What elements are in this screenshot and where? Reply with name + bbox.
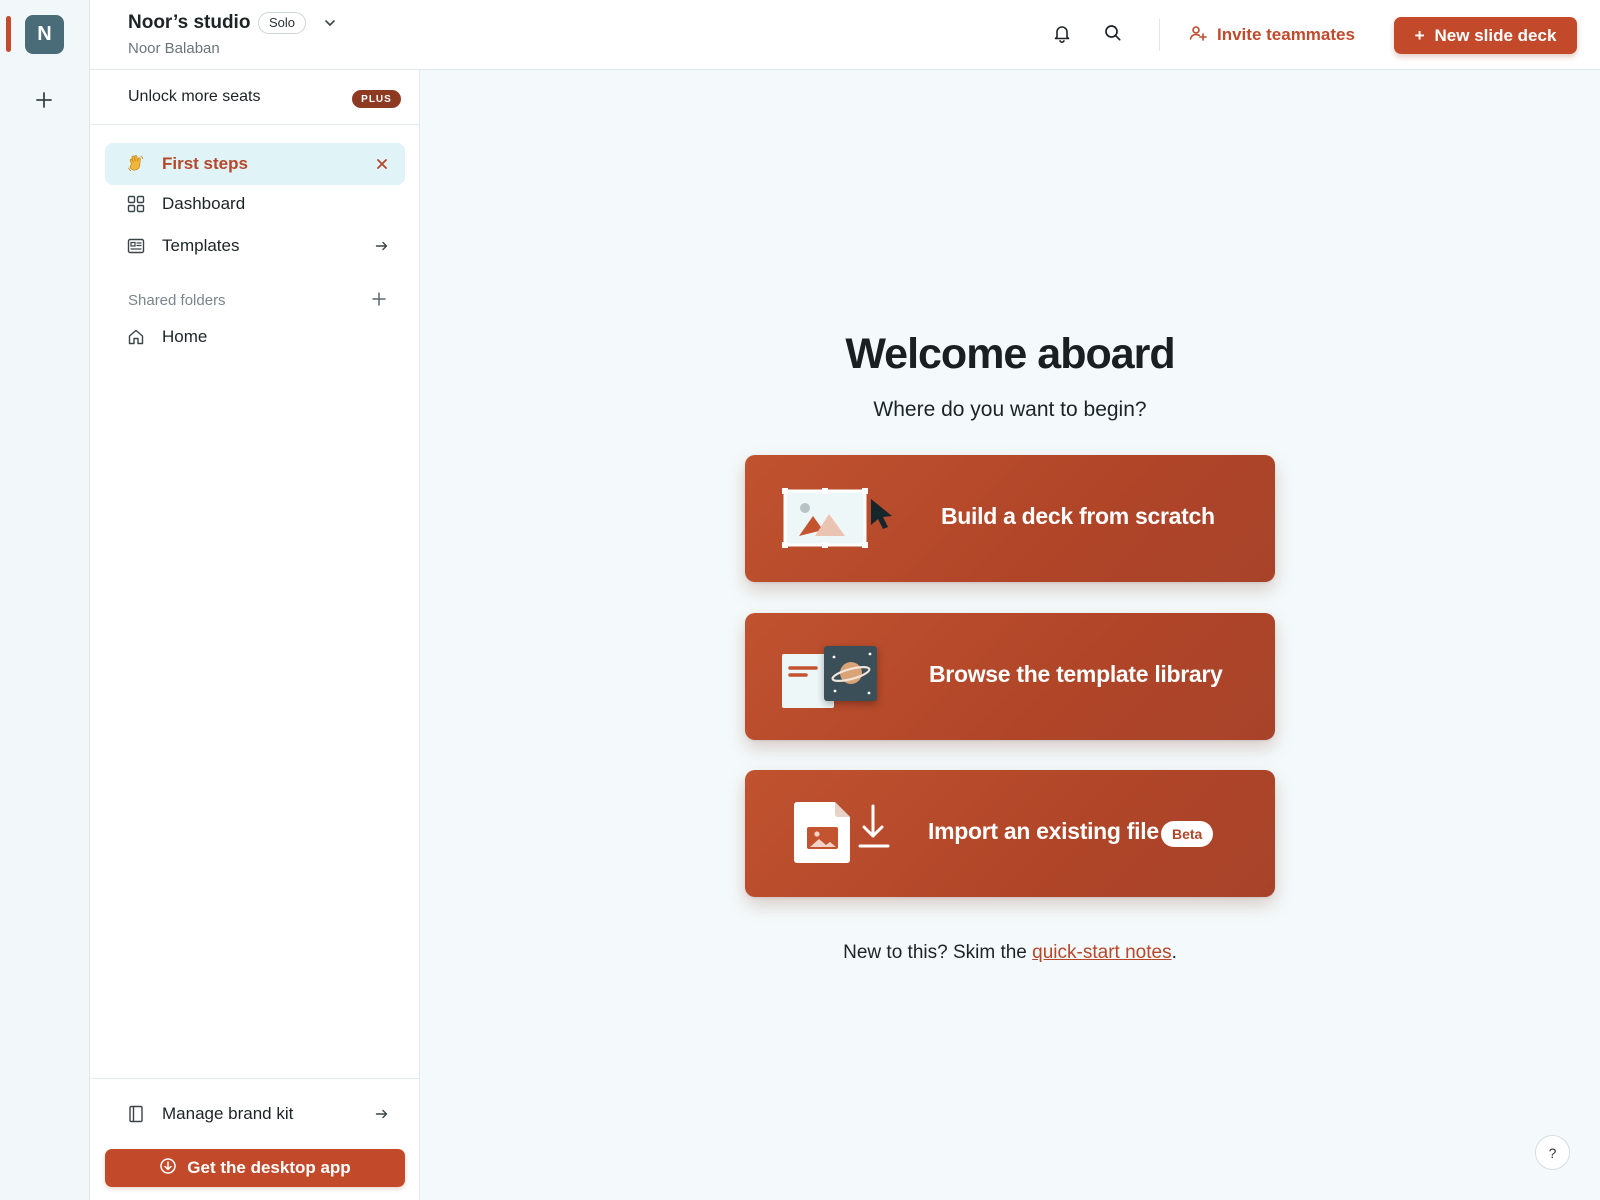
page-subtitle: Where do you want to begin? bbox=[873, 398, 1147, 421]
workspace-avatar[interactable]: N bbox=[25, 15, 64, 54]
user-name: Noor Balaban bbox=[128, 40, 220, 57]
card-label: Build a deck from scratch bbox=[941, 503, 1215, 529]
sidebar-divider bbox=[90, 1078, 419, 1079]
get-desktop-app-label: Get the desktop app bbox=[187, 1158, 351, 1177]
import-file-icon bbox=[775, 794, 905, 874]
quick-start-notes-link[interactable]: quick-start notes bbox=[1032, 942, 1171, 963]
download-circle-icon bbox=[159, 1157, 177, 1180]
card-label: Import an existing file bbox=[928, 818, 1159, 844]
page-title: Welcome aboard bbox=[845, 330, 1175, 378]
sidebar: Unlock more seats PLUS First steps Dashb… bbox=[90, 70, 420, 1200]
manage-brand-kit-label: Manage brand kit bbox=[162, 1104, 294, 1123]
sidebar-item-templates[interactable]: Templates bbox=[105, 225, 405, 267]
home-icon bbox=[126, 327, 146, 347]
bell-icon bbox=[1052, 23, 1072, 48]
invite-user-icon bbox=[1188, 23, 1208, 48]
unlock-seats-label: Unlock more seats bbox=[128, 88, 261, 105]
beta-badge: Beta bbox=[1161, 821, 1214, 847]
get-desktop-app-button[interactable]: Get the desktop app bbox=[105, 1149, 405, 1187]
blank-slide-cursor-icon bbox=[775, 479, 905, 559]
help-button[interactable]: ? bbox=[1535, 1135, 1570, 1170]
sidebar-item-label: First steps bbox=[162, 154, 248, 173]
notifications-button[interactable] bbox=[1047, 20, 1077, 50]
sidebar-item-first-steps[interactable]: First steps bbox=[105, 143, 405, 185]
card-label: Browse the template library bbox=[929, 661, 1223, 687]
arrow-right-icon[interactable] bbox=[373, 237, 391, 255]
sidebar-item-home[interactable]: Home bbox=[105, 316, 405, 358]
invite-teammates-button[interactable]: Invite teammates bbox=[1188, 20, 1355, 50]
active-workspace-indicator bbox=[6, 16, 11, 52]
top-bar: Noor’s studio Solo Noor Balaban Invite t… bbox=[90, 0, 1600, 70]
chevron-down-icon[interactable] bbox=[321, 14, 339, 32]
new-slide-deck-label: New slide deck bbox=[1434, 25, 1557, 45]
workspace-name[interactable]: Noor’s studio bbox=[128, 12, 250, 34]
shared-folders-heading: Shared folders bbox=[128, 292, 226, 309]
manage-brand-kit-item[interactable]: Manage brand kit bbox=[105, 1093, 405, 1135]
main-content: Welcome aboard Where do you want to begi… bbox=[420, 70, 1600, 1200]
sidebar-item-label: Dashboard bbox=[162, 194, 246, 213]
arrow-right-icon[interactable] bbox=[373, 1105, 391, 1123]
close-icon[interactable] bbox=[373, 155, 391, 173]
footnote-prefix: New to this? Skim the bbox=[843, 942, 1027, 963]
sidebar-item-dashboard[interactable]: Dashboard bbox=[105, 183, 405, 225]
workspace-rail: N bbox=[0, 0, 90, 1200]
sidebar-item-label: Templates bbox=[162, 236, 240, 255]
template-icon bbox=[126, 236, 146, 256]
invite-teammates-label: Invite teammates bbox=[1217, 25, 1355, 44]
plan-badge: Solo bbox=[258, 12, 307, 34]
app-window: N Noor’s studio Solo Noor Balaban Invite… bbox=[0, 0, 1600, 1200]
footnote-suffix: . bbox=[1171, 942, 1177, 963]
grid-icon bbox=[126, 194, 146, 214]
build-from-scratch-card[interactable]: Build a deck from scratch bbox=[745, 455, 1275, 582]
unlock-seats-row[interactable]: Unlock more seats PLUS bbox=[90, 70, 419, 125]
brand-kit-icon bbox=[126, 1104, 146, 1124]
new-slide-deck-button[interactable]: + New slide deck bbox=[1394, 17, 1577, 54]
quick-start-footnote: New to this? Skim the quick-start notes. bbox=[420, 942, 1600, 964]
waving-hand-icon bbox=[126, 154, 146, 174]
add-folder-icon[interactable] bbox=[369, 289, 389, 309]
toolbar-divider bbox=[1159, 19, 1160, 51]
add-workspace-icon[interactable] bbox=[33, 89, 55, 111]
template-library-icon bbox=[775, 637, 905, 717]
search-button[interactable] bbox=[1098, 20, 1128, 50]
sidebar-item-label: Home bbox=[162, 327, 208, 346]
import-existing-file-card[interactable]: Import an existing file Beta bbox=[745, 770, 1275, 897]
search-icon bbox=[1103, 23, 1123, 48]
plus-badge: PLUS bbox=[352, 90, 401, 108]
plus-icon: + bbox=[1414, 25, 1425, 45]
browse-template-library-card[interactable]: Browse the template library bbox=[745, 613, 1275, 740]
